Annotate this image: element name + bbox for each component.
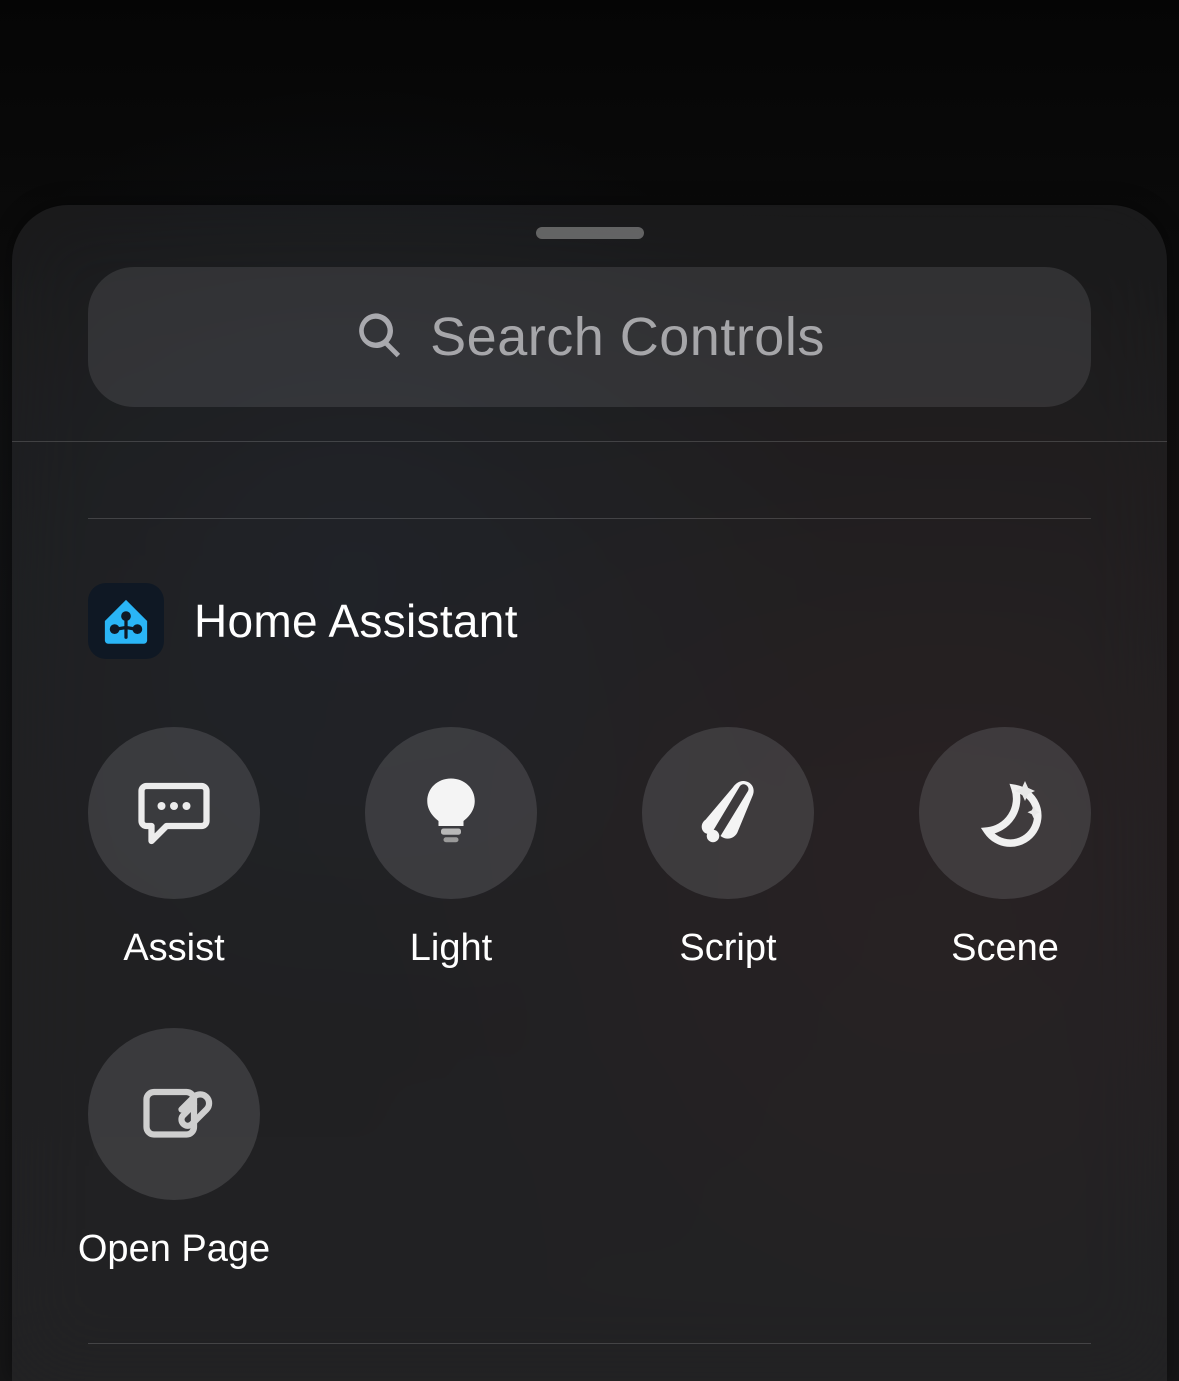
- controls-grid: Assist Light: [88, 727, 1091, 1271]
- home-assistant-icon: [88, 583, 164, 659]
- control-open-page[interactable]: Open Page: [88, 1028, 260, 1271]
- app-title: Home Assistant: [194, 594, 518, 648]
- control-label: Open Page: [78, 1228, 270, 1271]
- search-placeholder: Search Controls: [430, 306, 825, 368]
- page-clip-icon: [134, 1072, 214, 1157]
- sheet-grabber[interactable]: [536, 227, 644, 239]
- moon-sparkle-icon: [965, 771, 1045, 856]
- app-header: Home Assistant: [88, 583, 1091, 659]
- search-icon: [354, 309, 406, 366]
- search-wrap: Search Controls: [12, 239, 1167, 441]
- chat-icon: [134, 771, 214, 856]
- control-scene[interactable]: Scene: [919, 727, 1091, 970]
- script-icon: [688, 771, 768, 856]
- control-script[interactable]: Script: [642, 727, 814, 970]
- control-assist[interactable]: Assist: [88, 727, 260, 970]
- control-pill: [88, 727, 260, 899]
- divider: [88, 1343, 1091, 1344]
- divider: [88, 518, 1091, 519]
- control-label: Assist: [123, 927, 224, 970]
- lightbulb-icon: [411, 771, 491, 856]
- control-pill: [642, 727, 814, 899]
- control-pill: [88, 1028, 260, 1200]
- control-label: Light: [410, 927, 492, 970]
- controls-section: Home Assistant Assist: [12, 583, 1167, 1271]
- control-light[interactable]: Light: [365, 727, 537, 970]
- controls-sheet: Search Controls Home Assist: [12, 205, 1167, 1381]
- search-input[interactable]: Search Controls: [88, 267, 1091, 407]
- control-pill: [919, 727, 1091, 899]
- control-label: Scene: [951, 927, 1059, 970]
- divider: [12, 441, 1167, 442]
- control-pill: [365, 727, 537, 899]
- control-label: Script: [679, 927, 776, 970]
